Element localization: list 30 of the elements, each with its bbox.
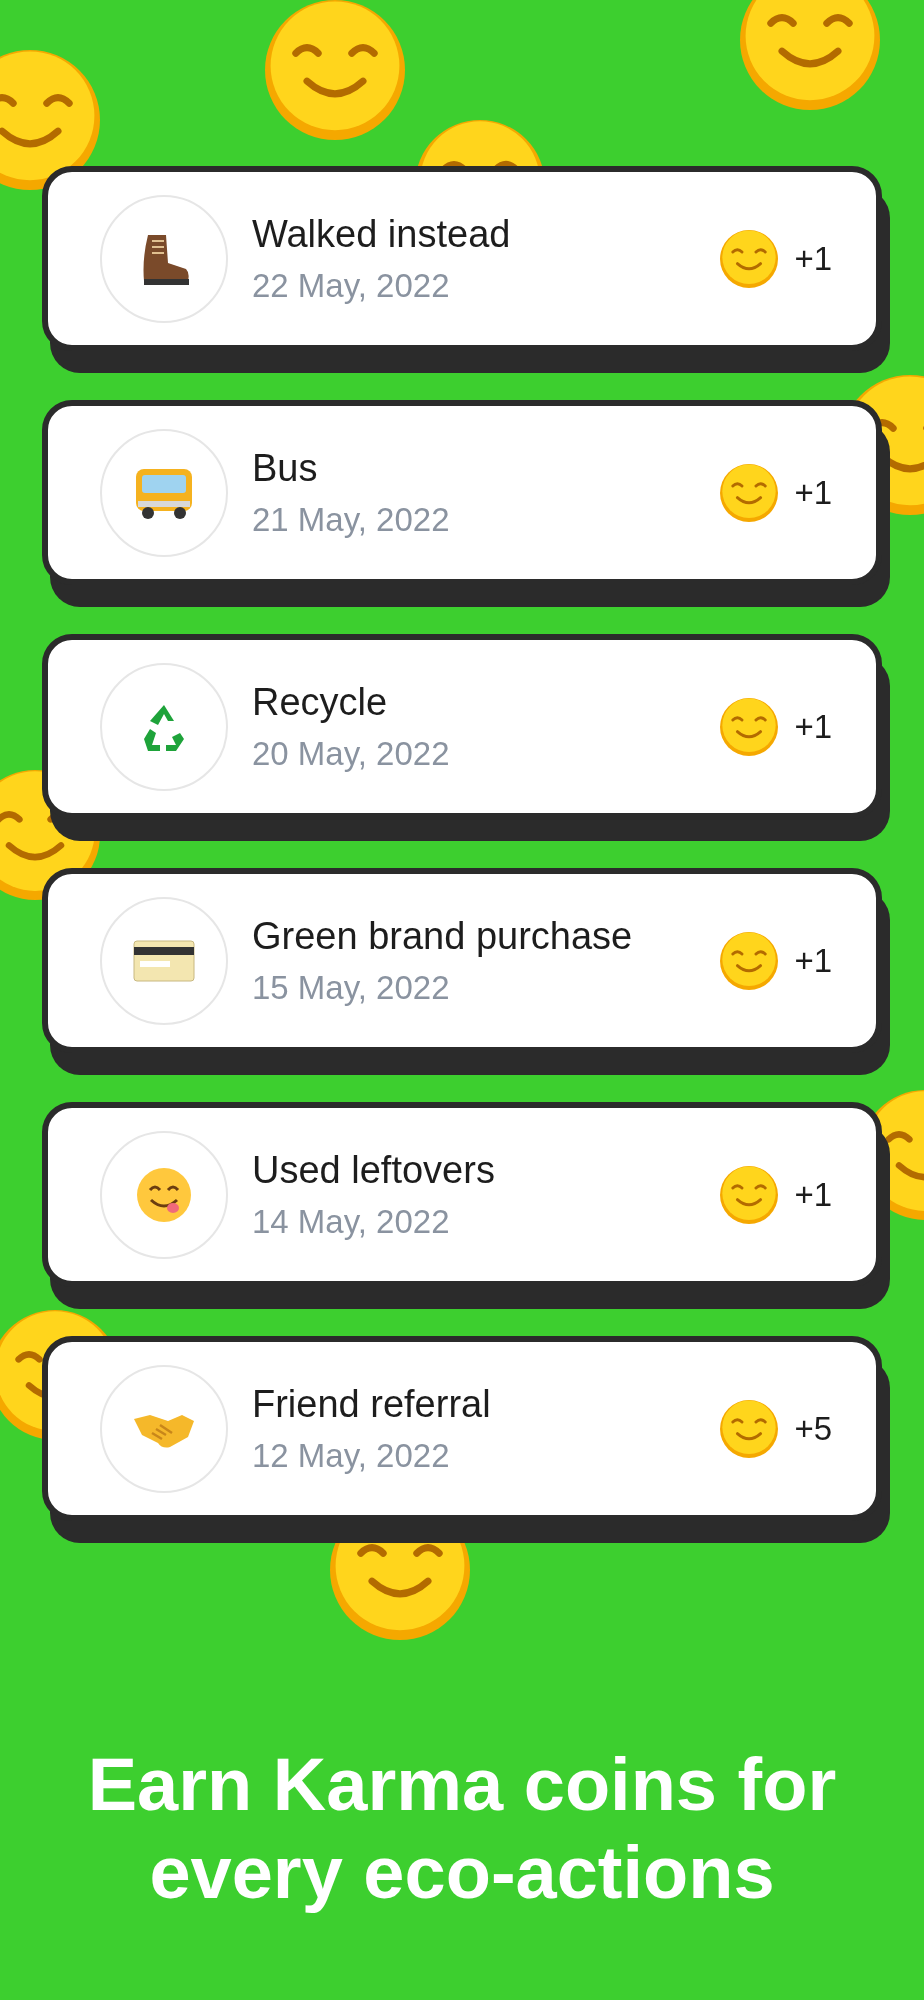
smiley-coin-icon [720, 229, 779, 288]
smiley-coin-icon [720, 1165, 779, 1224]
yum-face-icon [135, 1165, 193, 1224]
activity-date: 21 May, 2022 [252, 499, 451, 540]
points-value: +1 [794, 238, 832, 279]
smiley-coin-icon [720, 931, 779, 990]
points-value: +5 [794, 1408, 832, 1449]
smiley-coin-icon [265, 0, 405, 140]
activity-title: Used leftovers [252, 1148, 496, 1194]
smiley-coin-icon [720, 1399, 779, 1458]
points-value: +1 [794, 1174, 832, 1215]
activity-date: 22 May, 2022 [252, 265, 451, 306]
activity-title: Green brand purchase [252, 914, 634, 960]
points-value: +1 [794, 472, 832, 513]
smiley-coin-icon [720, 463, 779, 522]
headline: Earn Karma coins for every eco-actions [86, 1742, 838, 1916]
activity-date: 20 May, 2022 [252, 733, 451, 774]
activity-date: 14 May, 2022 [252, 1201, 451, 1242]
points-value: +1 [794, 706, 832, 747]
smiley-coin-icon [720, 697, 779, 756]
activity-title: Walked instead [252, 212, 512, 258]
activity-date: 12 May, 2022 [252, 1435, 451, 1476]
smiley-coin-icon [740, 0, 880, 110]
activity-title: Recycle [252, 680, 389, 726]
activity-title: Friend referral [252, 1382, 492, 1428]
points-value: +1 [794, 940, 832, 981]
smiley-coin-icon [0, 50, 100, 190]
credit-card-icon [132, 938, 196, 983]
activity-title: Bus [252, 446, 319, 492]
activity-date: 15 May, 2022 [252, 967, 451, 1008]
